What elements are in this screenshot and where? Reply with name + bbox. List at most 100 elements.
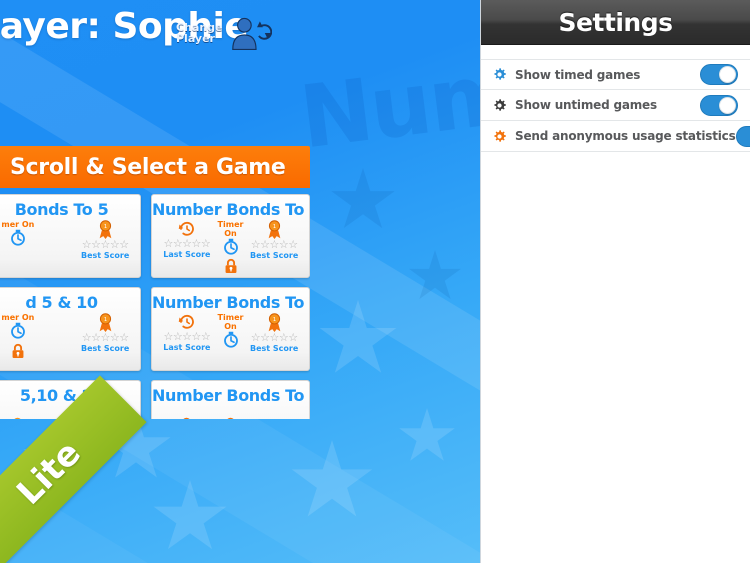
toggle-knob bbox=[719, 66, 736, 83]
last-score-block bbox=[159, 406, 215, 419]
svg-text:1: 1 bbox=[273, 317, 276, 323]
timer-label: Timer On bbox=[217, 313, 244, 331]
change-player-label: Change Player bbox=[176, 22, 223, 44]
game-card[interactable]: Number Bonds To 10 ☆☆☆☆☆ Last Score bbox=[151, 194, 310, 278]
settings-pane: Settings Show timed games Show untimed g… bbox=[480, 0, 750, 563]
game-card[interactable]: d 5 & 10 mer On 1 ☆☆☆☆☆ Best Score bbox=[0, 287, 141, 371]
game-card-title: Number Bonds To 100 bbox=[152, 386, 309, 405]
card-row: d 5 & 10 mer On 1 ☆☆☆☆☆ Best Score Numbe… bbox=[0, 287, 310, 371]
change-player-button[interactable]: Change Player bbox=[176, 12, 272, 54]
last-score-label: Last Score bbox=[163, 250, 211, 259]
game-list-panel: Scroll & Select a Game Bonds To 5 mer On bbox=[0, 146, 310, 419]
medal-ribbon-icon: 1 bbox=[99, 313, 112, 332]
game-card[interactable]: Number Bonds To 100 bbox=[151, 380, 310, 419]
timer-label: mer On bbox=[1, 313, 35, 322]
medal-ribbon-icon: 1 bbox=[268, 313, 281, 332]
star-rating: ☆☆☆☆☆ bbox=[81, 239, 129, 251]
center-block bbox=[215, 406, 247, 419]
medal-ribbon-icon: 1 bbox=[99, 220, 112, 239]
game-app-pane: Numb Player: Sophie Change Player bbox=[0, 0, 480, 563]
gear-icon bbox=[494, 129, 506, 142]
setting-label: Send anonymous usage statistics bbox=[515, 129, 736, 143]
screen: Numb Player: Sophie Change Player bbox=[0, 0, 750, 563]
svg-text:1: 1 bbox=[104, 224, 107, 230]
svg-text:1: 1 bbox=[273, 224, 276, 230]
settings-title: Settings bbox=[558, 7, 673, 37]
game-list-title-bar: Scroll & Select a Game bbox=[0, 146, 310, 188]
setting-row-show-timed-games[interactable]: Show timed games bbox=[481, 59, 750, 90]
timer-label: Timer On bbox=[217, 220, 244, 238]
background-star bbox=[399, 408, 455, 461]
stopwatch-icon bbox=[223, 238, 238, 255]
history-clock-icon bbox=[183, 417, 190, 419]
best-score-block: 1 ☆☆☆☆☆ Best Score bbox=[246, 220, 302, 261]
game-card-title: Number Bonds To 10 bbox=[152, 200, 309, 219]
setting-row-send-anonymous-usage-statistics[interactable]: Send anonymous usage statistics bbox=[481, 121, 750, 152]
timer-label: mer On bbox=[1, 220, 35, 229]
last-score-block: mer On bbox=[0, 220, 46, 247]
toggle-send-anonymous-usage-statistics[interactable] bbox=[735, 125, 750, 147]
stopwatch-icon bbox=[227, 417, 234, 419]
best-score-block: 1 ☆☆☆☆☆ Best Score bbox=[246, 313, 302, 354]
medal-ribbon-icon: 1 bbox=[268, 220, 281, 239]
lock-icon bbox=[225, 258, 236, 273]
toggle-show-untimed-games[interactable] bbox=[700, 94, 738, 116]
lock-icon bbox=[12, 343, 24, 358]
gear-icon bbox=[494, 68, 506, 80]
background-star bbox=[291, 440, 373, 517]
game-card[interactable]: Number Bonds To 20 ☆☆☆☆☆ Last Score bbox=[151, 287, 310, 371]
best-score-label: Best Score bbox=[250, 344, 299, 353]
card-row: 5,10 & 20 Number Bonds To 1 bbox=[0, 380, 310, 419]
stopwatch-icon bbox=[10, 229, 25, 246]
star-rating: ☆☆☆☆☆ bbox=[163, 238, 211, 250]
background-star bbox=[331, 168, 395, 229]
settings-list: Show timed games Show untimed games Send… bbox=[481, 45, 750, 152]
toggle-knob bbox=[719, 96, 736, 114]
svg-text:1: 1 bbox=[104, 317, 107, 323]
history-clock-icon bbox=[178, 314, 194, 329]
person-refresh-icon bbox=[231, 17, 272, 51]
game-card[interactable]: Bonds To 5 mer On 1 ☆☆☆☆☆ Best Score bbox=[0, 194, 141, 278]
best-score-label: Best Score bbox=[250, 251, 299, 260]
game-card-title: Number Bonds To 20 bbox=[152, 293, 309, 312]
game-card-title: Bonds To 5 bbox=[14, 200, 109, 219]
last-score-block: ☆☆☆☆☆ Last Score bbox=[159, 220, 215, 260]
card-row: Bonds To 5 mer On 1 ☆☆☆☆☆ Best Score Num… bbox=[0, 194, 310, 278]
last-score-label: Last Score bbox=[163, 343, 211, 352]
setting-row-show-untimed-games[interactable]: Show untimed games bbox=[481, 90, 750, 121]
toggle-show-timed-games[interactable] bbox=[700, 64, 738, 85]
background-star bbox=[319, 300, 397, 373]
background-star bbox=[153, 480, 227, 550]
history-clock-icon bbox=[178, 221, 194, 236]
stopwatch-icon bbox=[10, 322, 25, 339]
medal-ribbon-icon bbox=[14, 417, 21, 419]
last-score-block: ☆☆☆☆☆ Last Score bbox=[159, 313, 215, 353]
star-rating: ☆☆☆☆☆ bbox=[81, 332, 129, 344]
best-score-label: Best Score bbox=[81, 344, 130, 353]
star-rating: ☆☆☆☆☆ bbox=[250, 239, 298, 251]
lite-label: Lite bbox=[9, 433, 89, 513]
game-list-scroll[interactable]: Bonds To 5 mer On 1 ☆☆☆☆☆ Best Score Num… bbox=[0, 188, 310, 419]
star-rating: ☆☆☆☆☆ bbox=[250, 332, 298, 344]
stopwatch-icon bbox=[223, 331, 238, 348]
last-score-block: mer On bbox=[0, 313, 46, 359]
center-block: Timer On bbox=[215, 313, 247, 349]
best-score-block: 1 ☆☆☆☆☆ Best Score bbox=[77, 220, 133, 261]
change-player-label-line2: Player bbox=[176, 32, 215, 45]
setting-label: Show untimed games bbox=[515, 98, 657, 112]
best-score-block: 1 ☆☆☆☆☆ Best Score bbox=[77, 313, 133, 354]
game-card-body: ☆☆☆☆☆ Last Score Timer On 1 ☆☆☆☆☆ Best S… bbox=[152, 219, 309, 274]
game-card-body: mer On 1 ☆☆☆☆☆ Best Score bbox=[0, 219, 140, 261]
background-star bbox=[409, 250, 461, 300]
game-card-body bbox=[152, 405, 309, 419]
app-header: Player: Sophie Change Player bbox=[0, 0, 480, 56]
settings-header: Settings bbox=[481, 0, 750, 45]
star-rating: ☆☆☆☆☆ bbox=[163, 331, 211, 343]
gear-icon bbox=[494, 98, 506, 111]
game-card-title: d 5 & 10 bbox=[25, 293, 98, 312]
setting-label: Show timed games bbox=[515, 67, 641, 82]
best-score-label: Best Score bbox=[81, 251, 130, 260]
center-block: Timer On bbox=[215, 220, 247, 274]
game-card-body: ☆☆☆☆☆ Last Score Timer On 1 ☆☆☆☆☆ Best S… bbox=[152, 312, 309, 354]
last-score-block bbox=[0, 406, 46, 419]
